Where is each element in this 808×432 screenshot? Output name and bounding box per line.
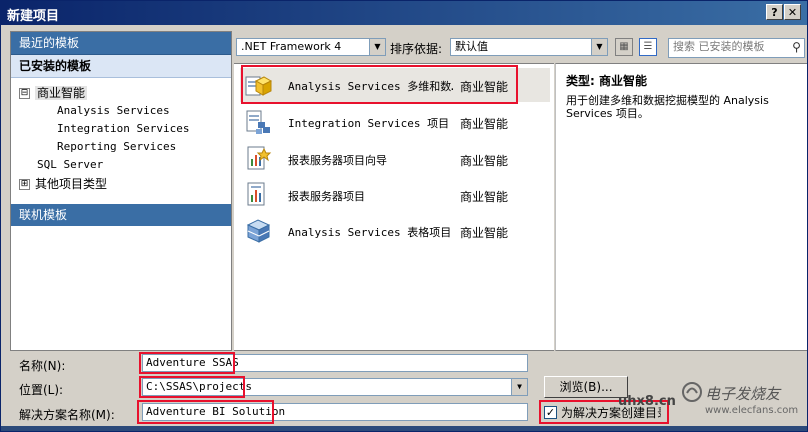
new-project-dialog: 新建项目 ? ✕ 最近的模板 已安装的模板 ⊟ 商业智能 Analysis Ser… — [0, 0, 808, 432]
template-categories-panel: 最近的模板 已安装的模板 ⊟ 商业智能 Analysis Services Int… — [10, 31, 232, 351]
report-project-icon — [247, 182, 265, 206]
template-item-report-wizard[interactable]: 报表服务器项目向导 商业智能 — [240, 142, 550, 176]
location-value: C:\SSAS\projects — [146, 380, 252, 393]
title-bar: 新建项目 ? ✕ — [1, 1, 807, 25]
tree-item-other-project-types[interactable]: ⊞ 其他项目类型 — [19, 175, 107, 192]
tree-item-sql-server[interactable]: SQL Server — [37, 158, 103, 171]
recent-templates-header[interactable]: 最近的模板 — [11, 32, 231, 55]
template-name: Analysis Services 多维和数… — [288, 80, 453, 93]
tree-item-analysis-services[interactable]: Analysis Services — [57, 104, 170, 117]
online-templates-header[interactable]: 联机模板 — [11, 204, 231, 226]
template-list: Analysis Services 多维和数… 商业智能 Integration… — [234, 63, 554, 351]
tree-item-label: 商业智能 — [35, 86, 88, 100]
template-category: 商业智能 — [460, 190, 509, 204]
tabular-project-icon — [246, 219, 271, 243]
template-details-panel: 类型: 商业智能 用于创建多维和数据挖掘模型的 Analysis Service… — [555, 63, 807, 351]
small-icons-view-icon[interactable]: ▦ — [615, 38, 633, 56]
template-item-integration-services[interactable]: Integration Services 项目 商业智能 — [240, 105, 550, 139]
template-type: 类型: 商业智能 — [566, 74, 647, 88]
cube-project-icon — [245, 76, 272, 96]
watermark-logo-text: 电子发烧友 — [705, 385, 781, 403]
dropdown-arrow-icon[interactable]: ▼ — [591, 39, 607, 55]
ssis-project-icon — [246, 110, 270, 134]
template-category: 商业智能 — [460, 80, 509, 94]
framework-select[interactable]: .NET Framework 4 ▼ — [236, 38, 386, 56]
template-item-tabular[interactable]: Analysis Services 表格项目 商业智能 — [240, 214, 550, 248]
sort-select[interactable]: 默认值 ▼ — [450, 38, 608, 56]
solution-name-input[interactable]: Adventure BI Solution — [142, 403, 528, 421]
bottom-edge — [1, 426, 807, 431]
expand-icon[interactable]: ⊞ — [19, 179, 30, 190]
template-name: 报表服务器项目 — [288, 190, 365, 203]
name-label: 名称(N): — [19, 359, 66, 373]
tree-item-label: 其他项目类型 — [35, 177, 108, 191]
watermark-url: www.elecfans.com — [705, 405, 799, 416]
template-category: 商业智能 — [460, 226, 509, 240]
watermark-site: uhx8.cn — [618, 394, 676, 409]
template-name: 报表服务器项目向导 — [288, 154, 387, 167]
search-icon[interactable]: ⚲ — [789, 39, 804, 57]
sort-label: 排序依据: — [390, 42, 443, 56]
list-view-icon[interactable]: ☰ — [639, 38, 657, 56]
template-name: Integration Services 项目 — [288, 117, 450, 130]
location-input[interactable]: C:\SSAS\projects ▼ — [142, 378, 528, 396]
tree-item-reporting-services[interactable]: Reporting Services — [57, 140, 176, 153]
report-wizard-icon — [247, 146, 272, 170]
location-label: 位置(L): — [19, 383, 64, 397]
window-title: 新建项目 — [7, 9, 60, 24]
template-item-multidimensional[interactable]: Analysis Services 多维和数… 商业智能 — [240, 68, 550, 102]
dropdown-arrow-icon[interactable]: ▼ — [511, 379, 527, 395]
framework-value: .NET Framework 4 — [241, 40, 342, 53]
browse-button[interactable]: 浏览(B)... — [544, 376, 628, 398]
template-toolbar: .NET Framework 4 ▼ 排序依据: 默认值 ▼ ▦ ☰ 搜索 已安… — [234, 35, 806, 61]
elecfans-logo-icon — [682, 382, 702, 402]
tree-item-integration-services[interactable]: Integration Services — [57, 122, 189, 135]
help-button[interactable]: ? — [766, 4, 783, 20]
search-input[interactable]: 搜索 已安装的模板 ⚲ — [668, 38, 805, 58]
template-description: 用于创建多维和数据挖掘模型的 Analysis Services 项目。 — [566, 94, 769, 120]
template-category: 商业智能 — [460, 154, 509, 168]
solution-name-label: 解决方案名称(M): — [19, 408, 115, 422]
sort-value: 默认值 — [455, 40, 488, 53]
collapse-icon[interactable]: ⊟ — [19, 88, 30, 99]
search-placeholder: 搜索 已安装的模板 — [673, 40, 765, 53]
installed-templates-header[interactable]: 已安装的模板 — [11, 55, 231, 78]
template-name: Analysis Services 表格项目 — [288, 226, 452, 239]
template-category: 商业智能 — [460, 117, 509, 131]
tree-item-bi[interactable]: ⊟ 商业智能 — [19, 84, 88, 101]
template-item-report-project[interactable]: 报表服务器项目 商业智能 — [240, 178, 550, 212]
dropdown-arrow-icon[interactable]: ▼ — [369, 39, 385, 55]
name-input[interactable]: Adventure SSAS — [142, 354, 528, 372]
create-directory-checkbox[interactable]: ✓ — [544, 406, 557, 419]
close-button[interactable]: ✕ — [784, 4, 801, 20]
